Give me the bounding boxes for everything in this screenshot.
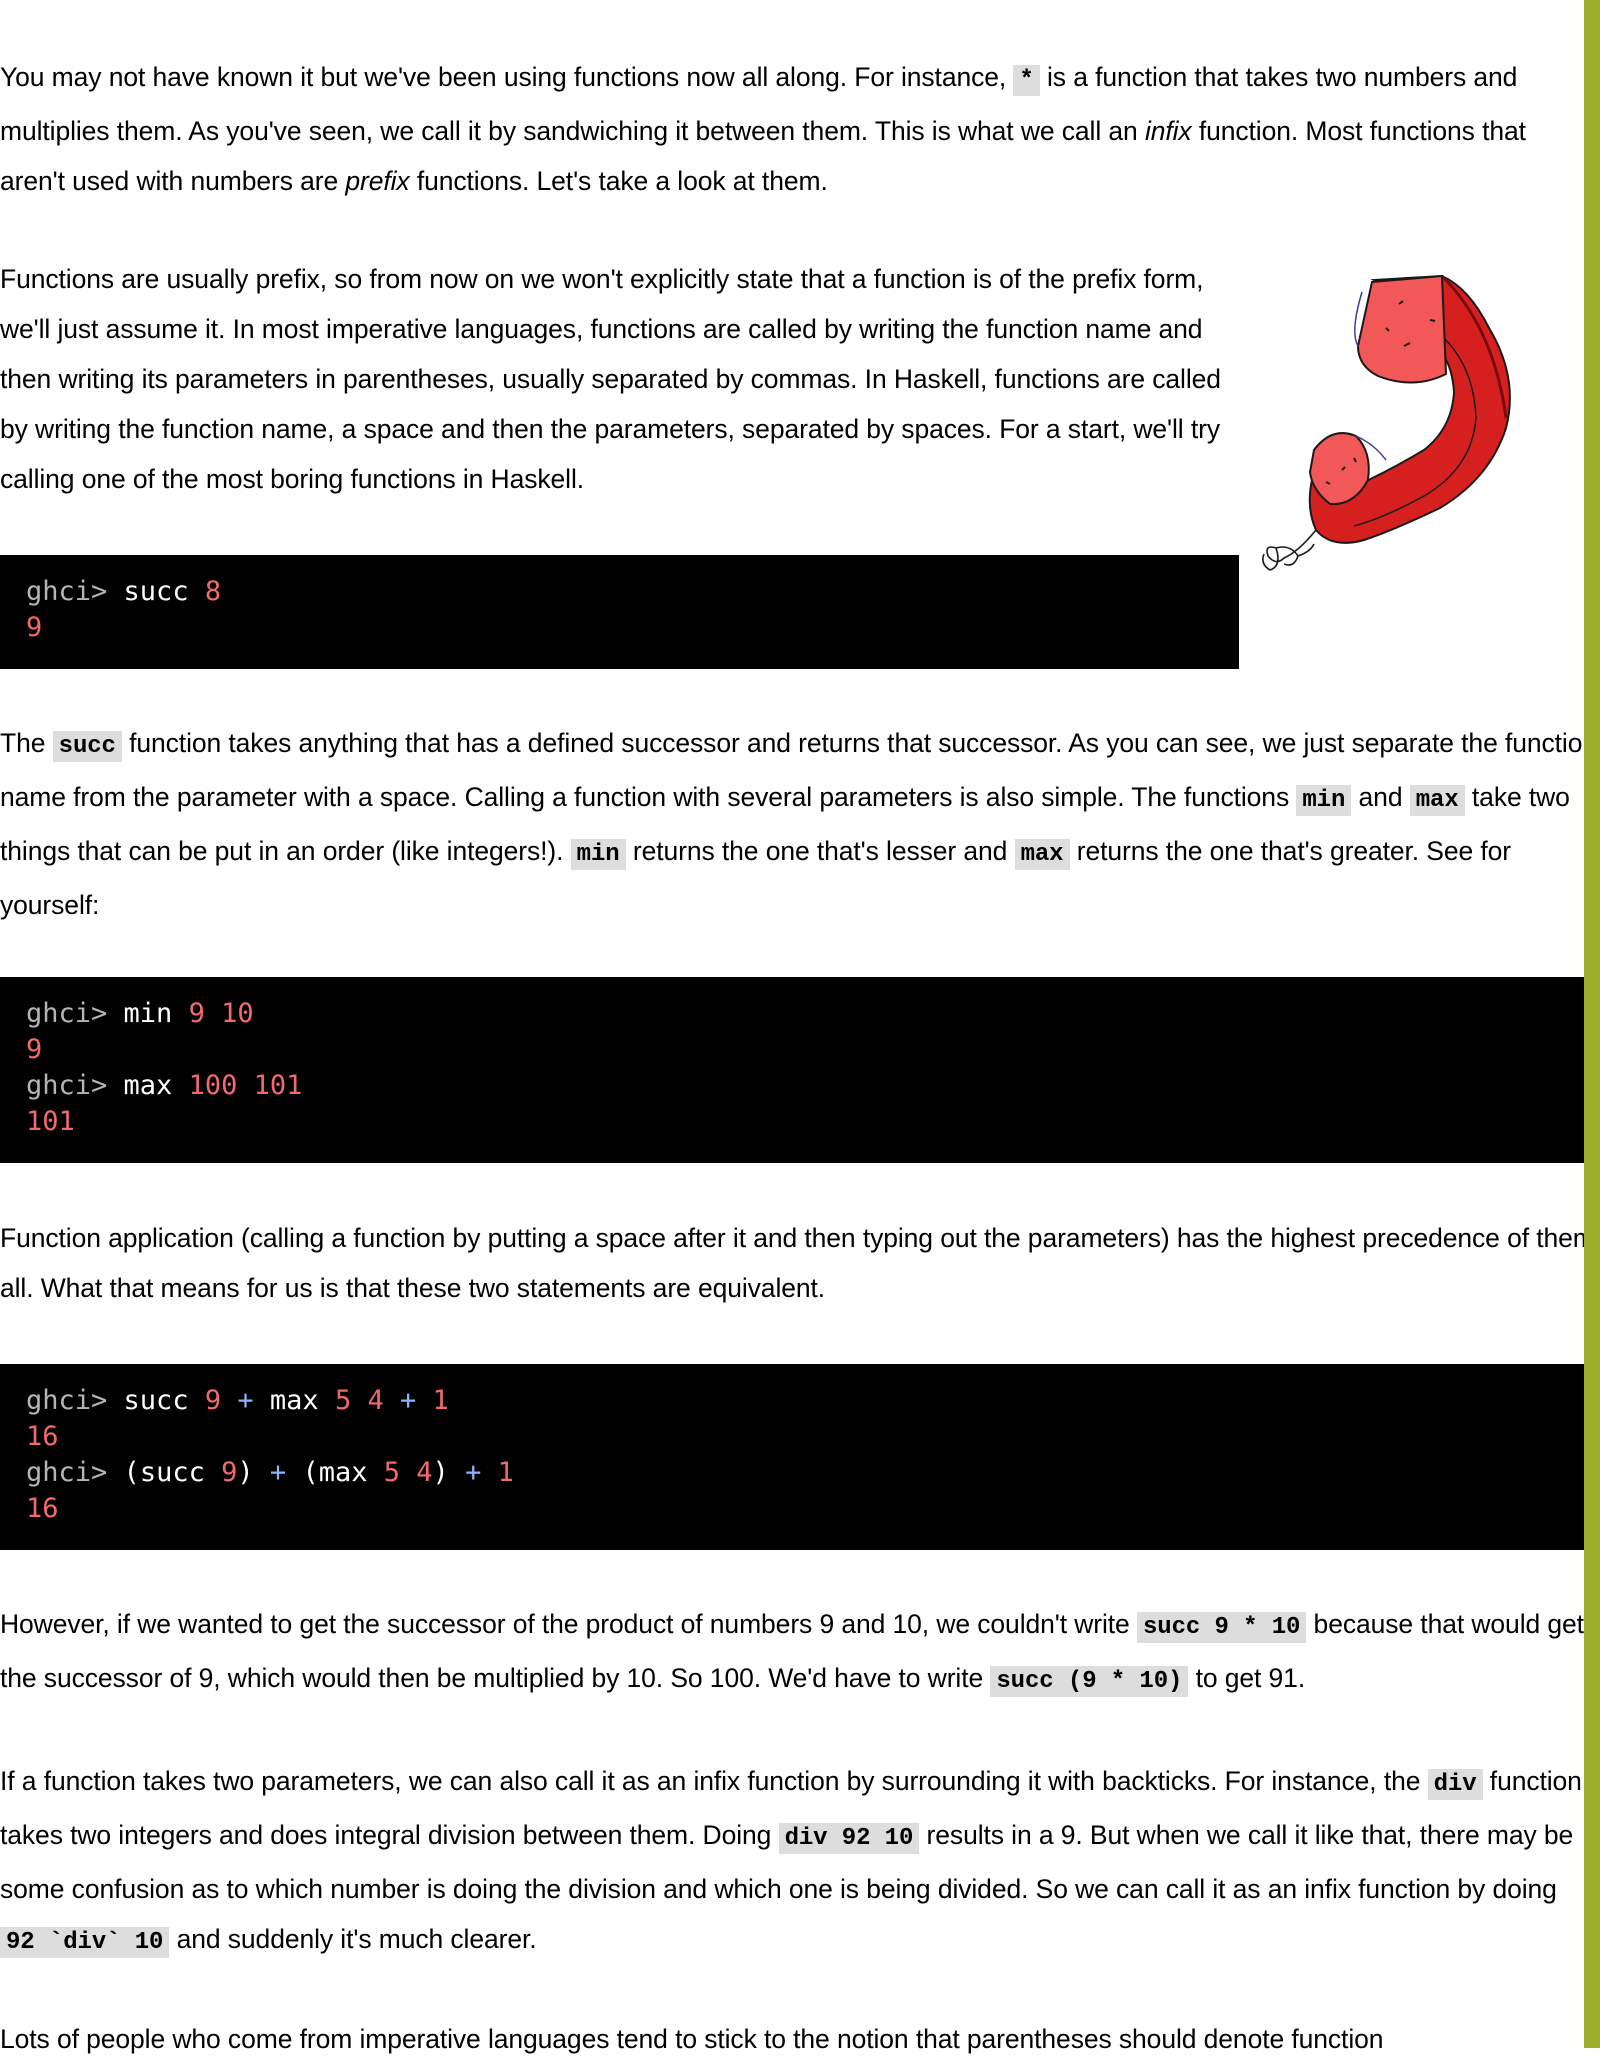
inline-code: min (1296, 785, 1352, 816)
inline-code: succ 9 * 10 (1136, 1612, 1307, 1643)
inline-code: min (570, 839, 626, 870)
inline-code: div (1427, 1769, 1483, 1800)
telephone-illustration (1262, 274, 1511, 571)
paragraph-infix-backticks: If a function takes two parameters, we c… (0, 1766, 1582, 1958)
page-edge-bar (1584, 0, 1600, 2048)
inline-code: * (1013, 65, 1040, 96)
code-block-succ: ghci> succ 8 9 (0, 555, 1239, 669)
paragraph-parentheses: Lots of people who come from imperative … (0, 2024, 1384, 2054)
inline-code: 92 `div` 10 (0, 1927, 170, 1958)
paragraph-functions-intro: You may not have known it but we've been… (0, 62, 1526, 196)
code-block-min-max: ghci> min 9 10 9 ghci> max 100 101 101 (0, 977, 1598, 1163)
inline-code: div 92 10 (778, 1823, 920, 1854)
paragraph-succ-min-max: The succ function takes anything that ha… (0, 728, 1597, 920)
inline-code: succ (9 * 10) (990, 1666, 1189, 1697)
paragraph-successor-product: However, if we wanted to get the success… (0, 1609, 1584, 1697)
inline-code: succ (52, 731, 122, 762)
inline-code: max (1409, 785, 1465, 816)
paragraph-prefix-functions: Functions are usually prefix, so from no… (0, 264, 1221, 494)
code-block-precedence: ghci> succ 9 + max 5 4 + 1 16 ghci> (suc… (0, 1364, 1598, 1550)
paragraph-precedence: Function application (calling a function… (0, 1223, 1595, 1303)
inline-code: max (1014, 839, 1070, 870)
